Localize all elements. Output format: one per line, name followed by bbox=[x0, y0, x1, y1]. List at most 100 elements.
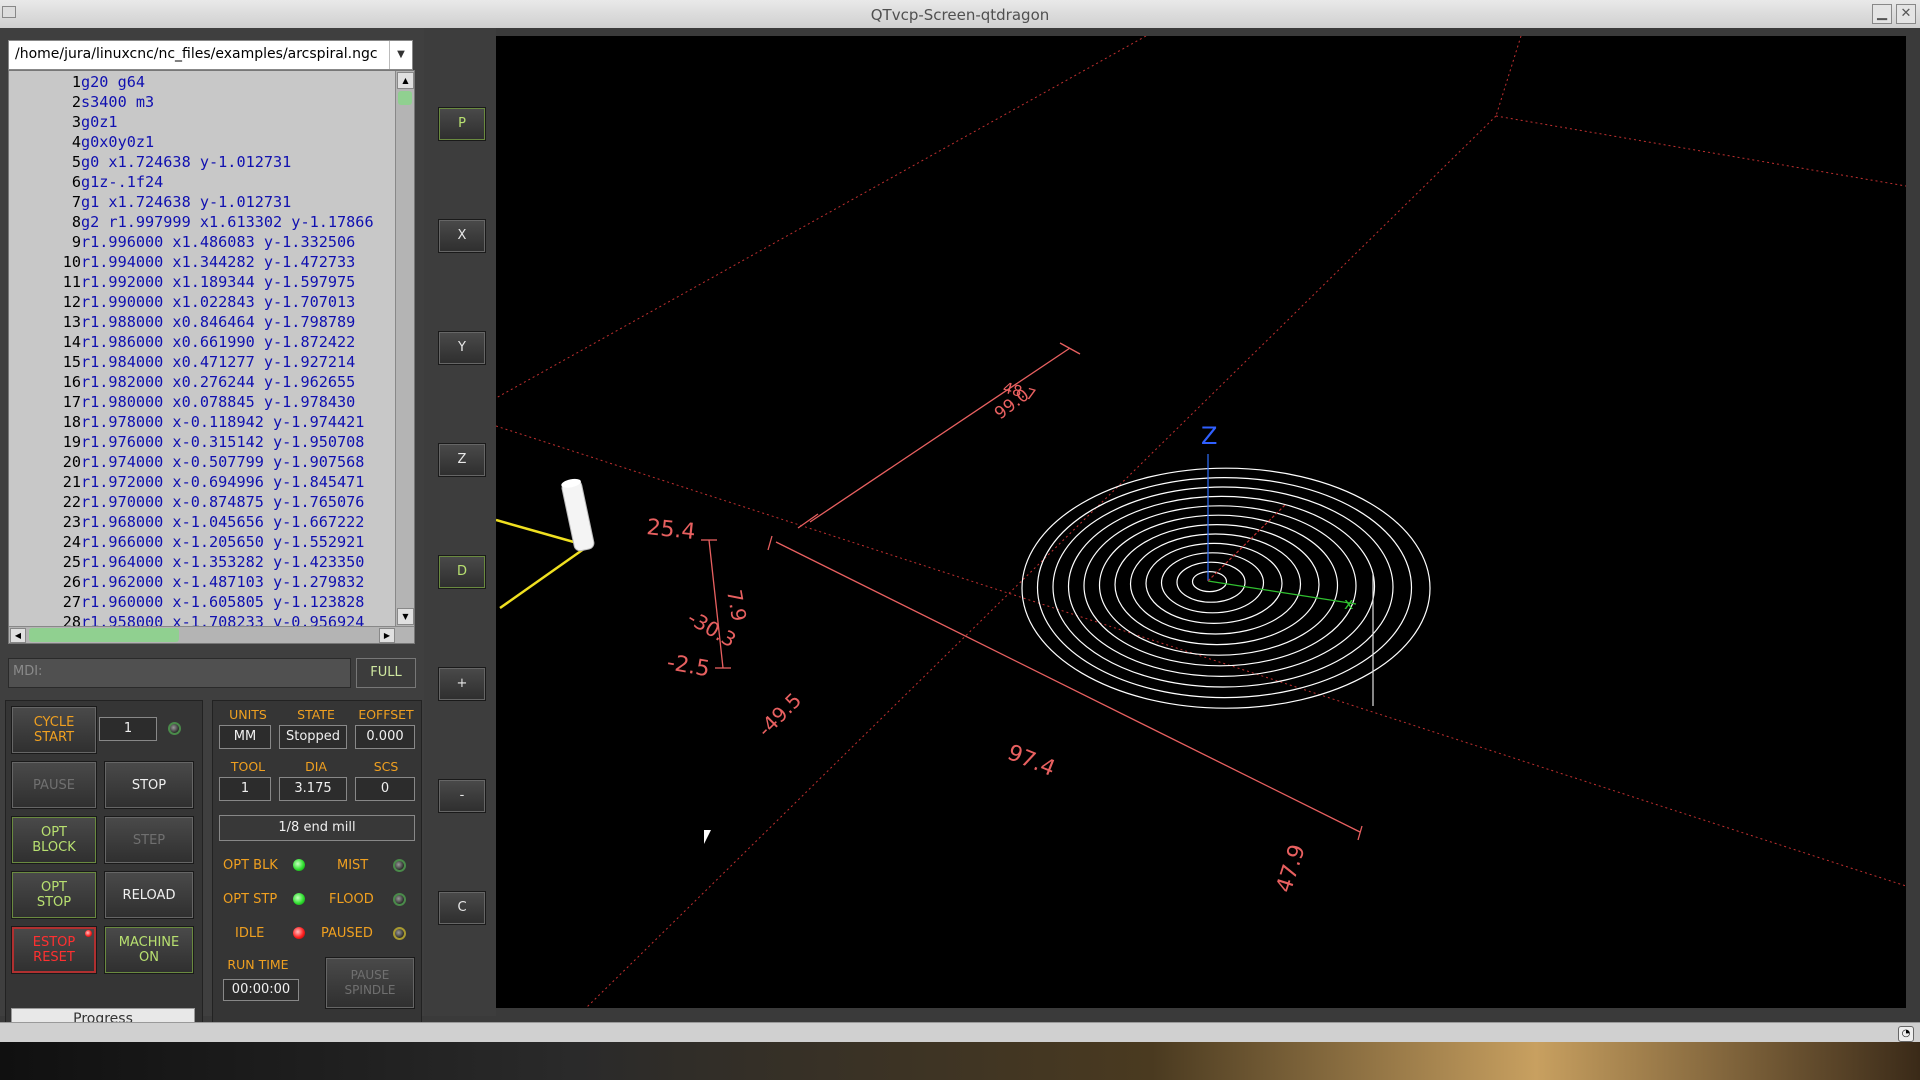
opt-stp-label: OPT STP bbox=[223, 892, 278, 907]
opt-blk-label: OPT BLK bbox=[223, 858, 278, 873]
gcode-line[interactable]: 12r1.990000 x1.022843 y-1.707013 bbox=[9, 292, 394, 312]
status-panel: UNITS STATE EOFFSET MM Stopped 0.000 TOO… bbox=[212, 700, 422, 1046]
gcode-line[interactable]: 8g2 r1.997999 x1.613302 y-1.17866 bbox=[9, 212, 394, 232]
scs-value: 0 bbox=[355, 777, 415, 801]
dim-label-47-9: 47.9 bbox=[1272, 842, 1311, 896]
gcode-line[interactable]: 19r1.976000 x-0.315142 y-1.950708 bbox=[9, 432, 394, 452]
stop-button[interactable]: STOP bbox=[104, 761, 194, 809]
view-y-button[interactable]: Y bbox=[438, 331, 486, 365]
gcode-line[interactable]: 26r1.962000 x-1.487103 y-1.279832 bbox=[9, 572, 394, 592]
gcode-line[interactable]: 1g20 g64 bbox=[9, 72, 394, 92]
editor-hscroll-thumb[interactable] bbox=[29, 628, 179, 642]
line-number: 28 bbox=[62, 613, 81, 627]
gcode-line[interactable]: 22r1.970000 x-0.874875 y-1.765076 bbox=[9, 492, 394, 512]
reload-button[interactable]: RELOAD bbox=[104, 871, 194, 919]
gcode-line[interactable]: 3g0z1 bbox=[9, 112, 394, 132]
gcode-line[interactable]: 15r1.984000 x0.471277 y-1.927214 bbox=[9, 352, 394, 372]
pause-button[interactable]: PAUSE bbox=[11, 761, 97, 809]
gcode-3d-viewport[interactable]: Z x 99.0 48.7 25.4 7.9 -30.3 -2.5 -49.5 … bbox=[496, 36, 1906, 1008]
status-icon[interactable]: ◔ bbox=[1898, 1026, 1914, 1042]
line-code: g0x0y0z1 bbox=[81, 133, 155, 151]
line-number: 27 bbox=[62, 593, 81, 611]
close-button[interactable]: ✕ bbox=[1896, 4, 1916, 24]
gcode-line[interactable]: 6g1z-.1f24 bbox=[9, 172, 394, 192]
gcode-line[interactable]: 17r1.980000 x0.078845 y-1.978430 bbox=[9, 392, 394, 412]
gcode-line[interactable]: 21r1.972000 x-0.694996 y-1.845471 bbox=[9, 472, 394, 492]
scroll-down-icon[interactable]: ▼ bbox=[397, 608, 414, 625]
file-path-combo[interactable]: /home/jura/linuxcnc/nc_files/examples/ar… bbox=[8, 40, 413, 70]
line-number: 25 bbox=[62, 553, 81, 571]
window-titlebar: QTvcp-Screen-qtdragon ▁ ✕ bbox=[0, 0, 1920, 29]
control-panel: CYCLE START 1 PAUSE STOP OPT BLOCK STEP … bbox=[5, 700, 203, 1046]
line-code: r1.962000 x-1.487103 y-1.279832 bbox=[81, 573, 365, 591]
minimize-button[interactable]: ▁ bbox=[1872, 4, 1892, 24]
line-code: r1.980000 x0.078845 y-1.978430 bbox=[81, 393, 356, 411]
gcode-editor[interactable]: 1g20 g64 2s3400 m3 3g0z1 4g0x0y0z1 5g0 x1.72… bbox=[8, 70, 415, 644]
scroll-right-icon[interactable]: ▶ bbox=[379, 628, 395, 643]
opt-blk-led bbox=[293, 859, 305, 871]
machine-on-button[interactable]: MACHINE ON bbox=[104, 926, 194, 974]
clear-button[interactable]: C bbox=[438, 891, 486, 925]
gcode-line[interactable]: 5g0 x1.724638 y-1.012731 bbox=[9, 152, 394, 172]
line-code: r1.976000 x-0.315142 y-1.950708 bbox=[81, 433, 365, 451]
gcode-line[interactable]: 7g1 x1.724638 y-1.012731 bbox=[9, 192, 394, 212]
gcode-line[interactable]: 13r1.988000 x0.846464 y-1.798789 bbox=[9, 312, 394, 332]
gcode-line[interactable]: 27r1.960000 x-1.605805 y-1.123828 bbox=[9, 592, 394, 612]
x-axis-marker: x bbox=[1344, 594, 1353, 613]
cycle-count-field[interactable]: 1 bbox=[99, 717, 157, 741]
dim-label-97-4: 97.4 bbox=[1004, 740, 1059, 782]
line-number: 10 bbox=[62, 253, 81, 271]
pause-spindle-button[interactable]: PAUSE SPINDLE bbox=[325, 957, 415, 1009]
line-number: 7 bbox=[71, 193, 81, 211]
gcode-line[interactable]: 25r1.964000 x-1.353282 y-1.423350 bbox=[9, 552, 394, 572]
view-toolbar: P X Y Z D + - C bbox=[424, 28, 496, 1016]
eoffset-value: 0.000 bbox=[355, 725, 415, 749]
mdi-input[interactable]: MDI: bbox=[8, 658, 351, 688]
scroll-left-icon[interactable]: ◀ bbox=[10, 628, 26, 643]
gcode-line[interactable]: 2s3400 m3 bbox=[9, 92, 394, 112]
gcode-line[interactable]: 10r1.994000 x1.344282 y-1.472733 bbox=[9, 252, 394, 272]
view-d-button[interactable]: D bbox=[438, 555, 486, 589]
line-number: 14 bbox=[62, 333, 81, 351]
gcode-line[interactable]: 9r1.996000 x1.486083 y-1.332506 bbox=[9, 232, 394, 252]
zoom-in-button[interactable]: + bbox=[438, 667, 486, 701]
line-code: s3400 m3 bbox=[81, 93, 155, 111]
line-number: 20 bbox=[62, 453, 81, 471]
zoom-out-button[interactable]: - bbox=[438, 779, 486, 813]
gcode-line[interactable]: 11r1.992000 x1.189344 y-1.597975 bbox=[9, 272, 394, 292]
line-code: r1.986000 x0.661990 y-1.872422 bbox=[81, 333, 356, 351]
gcode-line[interactable]: 28r1.958000 x-1.708233 y-0.956924 bbox=[9, 612, 394, 627]
app-window: /home/jura/linuxcnc/nc_files/examples/ar… bbox=[0, 28, 1920, 1046]
gcode-line[interactable]: 23r1.968000 x-1.045656 y-1.667222 bbox=[9, 512, 394, 532]
scroll-up-icon[interactable]: ▲ bbox=[397, 72, 414, 89]
gcode-line[interactable]: 4g0x0y0z1 bbox=[9, 132, 394, 152]
editor-vscroll-thumb[interactable] bbox=[398, 91, 412, 105]
gcode-line[interactable]: 18r1.978000 x-0.118942 y-1.974421 bbox=[9, 412, 394, 432]
toolpath-ring bbox=[1021, 467, 1431, 709]
step-button[interactable]: STEP bbox=[104, 816, 194, 864]
mist-led bbox=[393, 859, 406, 872]
view-z-button[interactable]: Z bbox=[438, 443, 486, 477]
editor-horizontal-scrollbar[interactable]: ◀ ▶ bbox=[9, 626, 414, 643]
line-code: r1.982000 x0.276244 y-1.962655 bbox=[81, 373, 356, 391]
gcode-line[interactable]: 20r1.974000 x-0.507799 y-1.907568 bbox=[9, 452, 394, 472]
dia-label: DIA bbox=[305, 759, 327, 774]
desktop-background bbox=[0, 1042, 1920, 1080]
left-panel: /home/jura/linuxcnc/nc_files/examples/ar… bbox=[0, 28, 424, 1046]
gcode-line[interactable]: 24r1.966000 x-1.205650 y-1.552921 bbox=[9, 532, 394, 552]
chevron-down-icon[interactable]: ▼ bbox=[389, 41, 412, 69]
toolpath-ring bbox=[1176, 561, 1246, 603]
view-p-button[interactable]: P bbox=[438, 107, 486, 141]
line-code: r1.958000 x-1.708233 y-0.956924 bbox=[81, 613, 365, 627]
opt-stop-button[interactable]: OPT STOP bbox=[11, 871, 97, 919]
gcode-line[interactable]: 14r1.986000 x0.661990 y-1.872422 bbox=[9, 332, 394, 352]
gcode-line[interactable]: 16r1.982000 x0.276244 y-1.962655 bbox=[9, 372, 394, 392]
view-x-button[interactable]: X bbox=[438, 219, 486, 253]
full-button[interactable]: FULL bbox=[356, 658, 416, 688]
line-code: r1.968000 x-1.045656 y-1.667222 bbox=[81, 513, 365, 531]
opt-block-button[interactable]: OPT BLOCK bbox=[11, 816, 97, 864]
window-title: QTvcp-Screen-qtdragon bbox=[870, 6, 1050, 24]
line-code: r1.988000 x0.846464 y-1.798789 bbox=[81, 313, 356, 331]
editor-vertical-scrollbar[interactable]: ▲ ▼ bbox=[395, 71, 414, 626]
cycle-start-button[interactable]: CYCLE START bbox=[11, 706, 97, 754]
